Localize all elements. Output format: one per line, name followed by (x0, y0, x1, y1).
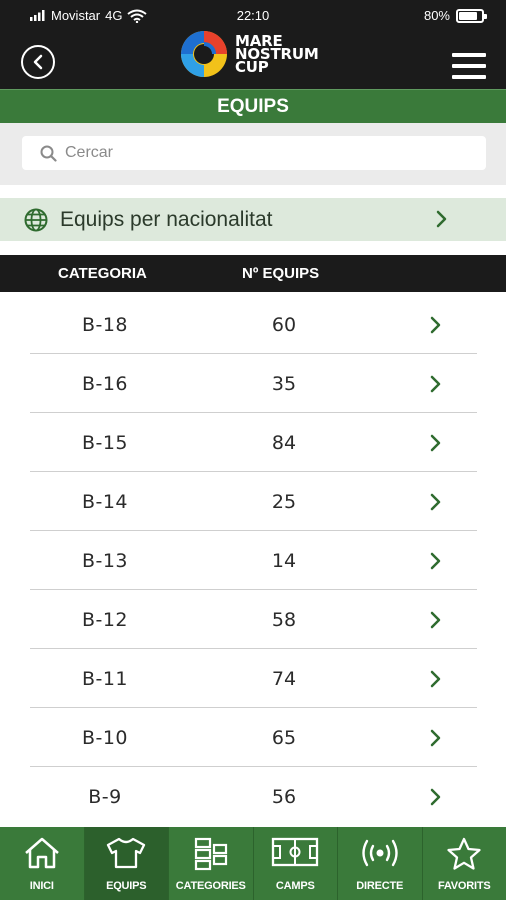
chevron-right-icon (430, 788, 441, 806)
column-header-teams: Nº EQUIPS (242, 265, 320, 282)
chevron-right-icon (430, 434, 441, 452)
row-team-count: 84 (271, 432, 297, 454)
tab-label: EQUIPS (106, 880, 147, 892)
chevron-left-icon (33, 54, 43, 70)
top-bar: Movistar 4G 22:10 80% MARE NOSTRUM CUP (0, 0, 506, 89)
chevron-right-icon (430, 611, 441, 629)
row-category: B-18 (81, 314, 129, 336)
chevron-right-icon (430, 493, 441, 511)
row-team-count: 74 (271, 668, 297, 690)
row-team-count: 58 (271, 609, 297, 631)
table-row[interactable]: B-15 84 (0, 413, 506, 472)
row-category: B-15 (81, 432, 129, 454)
table-row[interactable]: B-9 56 (0, 767, 506, 826)
row-team-count: 65 (271, 727, 297, 749)
table-row[interactable]: B-13 14 (0, 531, 506, 590)
app-logo: MARE NOSTRUM CUP (179, 28, 319, 80)
table-row[interactable]: B-11 74 (0, 649, 506, 708)
table-row[interactable]: B-12 58 (0, 590, 506, 649)
bottom-tab-bar: INICI EQUIPS CATEGORIES CAMPS DIRECTE FA… (0, 827, 506, 900)
row-category: B-14 (81, 491, 129, 513)
broadcast-icon (362, 839, 398, 867)
row-category: B-13 (81, 550, 129, 572)
row-team-count: 14 (271, 550, 297, 572)
menu-line (452, 53, 486, 57)
menu-line (452, 75, 486, 79)
battery-icon (456, 8, 487, 23)
page-title: EQUIPS (0, 89, 506, 123)
table-row[interactable]: B-14 25 (0, 472, 506, 531)
tab-inici[interactable]: INICI (0, 827, 85, 900)
tab-equips[interactable]: EQUIPS (84, 827, 169, 900)
row-team-count: 56 (271, 786, 297, 808)
search-input[interactable] (65, 144, 465, 162)
star-icon (447, 837, 481, 870)
menu-button[interactable] (452, 53, 486, 79)
row-category: B-10 (81, 727, 129, 749)
table-row[interactable]: B-16 35 (0, 354, 506, 413)
tab-label: FAVORITS (437, 880, 491, 892)
tab-categories[interactable]: CATEGORIES (169, 827, 254, 900)
teams-by-nationality-link[interactable]: Equips per nacionalitat (0, 198, 506, 241)
tab-label: DIRECTE (356, 880, 404, 892)
tab-label: CAMPS (275, 880, 315, 892)
status-right: 80% (423, 8, 487, 23)
field-icon (272, 837, 319, 867)
chevron-right-icon (436, 210, 447, 228)
row-category: B-12 (81, 609, 129, 631)
row-category: B-9 (88, 786, 122, 808)
chevron-right-icon (430, 670, 441, 688)
categories-icon (194, 837, 227, 871)
tab-label: CATEGORIES (175, 880, 246, 892)
logo-text: MARE NOSTRUM CUP (235, 33, 319, 74)
table-row[interactable]: B-10 65 (0, 708, 506, 767)
menu-line (452, 64, 486, 68)
nationality-label: Equips per nacionalitat (60, 207, 273, 231)
column-header-category: CATEGORIA (58, 265, 147, 282)
logo-swirl-icon (181, 31, 227, 77)
row-team-count: 35 (271, 373, 297, 395)
table-header: CATEGORIA Nº EQUIPS (0, 255, 506, 292)
row-category: B-11 (81, 668, 129, 690)
battery-fill (459, 11, 477, 20)
row-category: B-16 (81, 373, 129, 395)
home-icon (24, 837, 59, 869)
chevron-right-icon (430, 729, 441, 747)
battery-percent: 80% (423, 8, 450, 23)
chevron-right-icon (430, 375, 441, 393)
search-box[interactable] (22, 136, 486, 170)
back-button[interactable] (21, 45, 55, 79)
tab-favorits[interactable]: FAVORITS (423, 827, 506, 900)
search-icon (40, 145, 57, 162)
row-team-count: 60 (271, 314, 297, 336)
chevron-right-icon (430, 316, 441, 334)
globe-icon (24, 208, 48, 231)
table-row[interactable]: B-18 60 (0, 295, 506, 354)
chevron-right-icon (430, 552, 441, 570)
search-bar (0, 123, 506, 185)
app-screen: Movistar 4G 22:10 80% MARE NOSTRUM CUP E… (0, 0, 506, 900)
shirt-icon (107, 837, 146, 869)
category-list: B-18 60 B-16 35 B-15 84 B-14 25 B-13 14 (0, 295, 506, 826)
tab-camps[interactable]: CAMPS (254, 827, 338, 900)
status-bar: Movistar 4G 22:10 80% (0, 0, 506, 30)
tab-label: INICI (29, 880, 54, 892)
row-team-count: 25 (271, 491, 297, 513)
tab-directe[interactable]: DIRECTE (338, 827, 423, 900)
